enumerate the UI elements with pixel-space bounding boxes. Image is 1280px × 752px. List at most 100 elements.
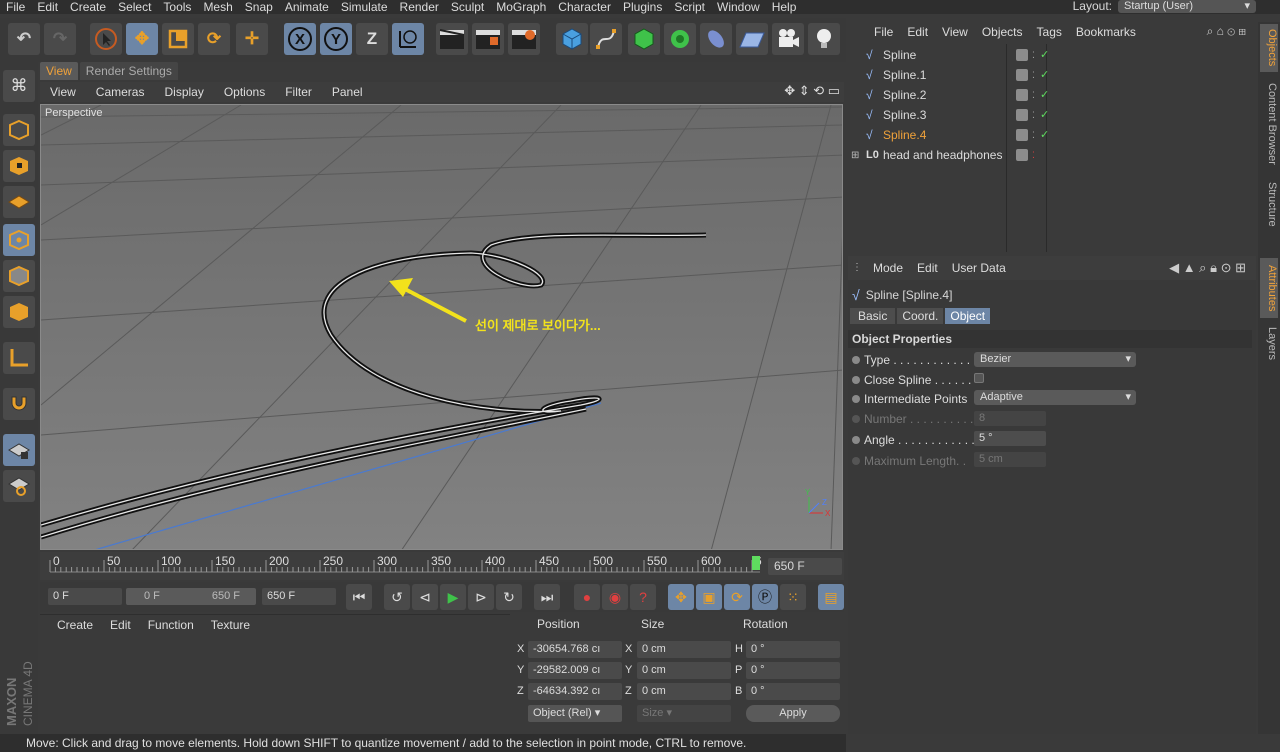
current-frame-field[interactable]: 0 F: [48, 588, 122, 605]
enabled-check-icon[interactable]: ✓: [1040, 106, 1049, 125]
timeline-playhead[interactable]: [752, 556, 760, 570]
redo-icon[interactable]: ↷: [44, 23, 76, 55]
visibility-tag[interactable]: [1016, 129, 1028, 141]
rotate-icon[interactable]: ⟳: [198, 23, 230, 55]
go-to-end-icon[interactable]: ⏭: [534, 584, 560, 610]
objects-menu-objects[interactable]: Objects: [975, 22, 1030, 42]
visibility-tag[interactable]: [1016, 109, 1028, 121]
tab-content-browser[interactable]: Content Browser: [1260, 76, 1278, 172]
edges-mode-icon[interactable]: [3, 260, 35, 292]
perspective-viewport[interactable]: Y X Z Perspective 선이 제대로 보이다가...: [40, 104, 843, 550]
visibility-dots[interactable]: ⁚: [1032, 146, 1035, 165]
y-axis-lock[interactable]: Y: [320, 23, 352, 55]
menu-simulate[interactable]: Simulate: [335, 0, 394, 14]
object-row[interactable]: √ Spline ⁚ ✓: [856, 46, 1256, 65]
material-menu-function[interactable]: Function: [140, 615, 203, 635]
animate-bullet[interactable]: [852, 436, 860, 444]
viewport-menu-cameras[interactable]: Cameras: [86, 82, 155, 102]
layout-dropdown[interactable]: Startup (User) ▾: [1118, 0, 1256, 13]
intermediate-points-dropdown[interactable]: Adaptive: [974, 390, 1136, 405]
enabled-check-icon[interactable]: ✓: [1040, 66, 1049, 85]
viewport-menu-options[interactable]: Options: [214, 82, 275, 102]
position-y-field[interactable]: -29582.009 cı: [528, 662, 622, 679]
viewport-menu-display[interactable]: Display: [154, 82, 213, 102]
type-dropdown[interactable]: Bezier: [974, 352, 1136, 367]
enabled-check-icon[interactable]: ✓: [1040, 126, 1049, 145]
viewport-menu-view[interactable]: View: [40, 82, 86, 102]
tab-objects[interactable]: Objects: [1260, 24, 1278, 72]
deformer-icon[interactable]: [700, 23, 732, 55]
position-z-field[interactable]: -64634.392 cı: [528, 683, 622, 700]
visibility-tag[interactable]: [1016, 149, 1028, 161]
viewport-navigation-icons[interactable]: ✥ ⇕ ⟲ ▭: [784, 83, 840, 99]
size-y-field[interactable]: 0 cm: [637, 662, 731, 679]
menu-render[interactable]: Render: [394, 0, 445, 14]
menu-create[interactable]: Create: [64, 0, 112, 14]
workplane-mode-icon[interactable]: [3, 186, 35, 218]
position-x-field[interactable]: -30654.768 cı: [528, 641, 622, 658]
tab-basic[interactable]: Basic: [850, 308, 896, 324]
attr-menu-mode[interactable]: Mode: [866, 261, 910, 275]
edit-render-settings-icon[interactable]: [508, 23, 540, 55]
menu-select[interactable]: Select: [112, 0, 157, 14]
tab-object[interactable]: Object: [945, 308, 991, 324]
angle-field[interactable]: 5 °: [974, 431, 1046, 446]
record-parameter-icon[interactable]: Ⓟ: [752, 584, 778, 610]
pen-icon[interactable]: [590, 23, 622, 55]
menu-snap[interactable]: Snap: [239, 0, 279, 14]
visibility-tag[interactable]: [1016, 49, 1028, 61]
viewport-solo-icon[interactable]: ⌘: [3, 70, 35, 102]
live-selection-icon[interactable]: [90, 23, 122, 55]
preview-range-slider[interactable]: 0 F 650 F: [126, 588, 256, 605]
undo-icon[interactable]: ↶: [8, 23, 40, 55]
record-rotation-icon[interactable]: ⟳: [724, 584, 750, 610]
visibility-dots[interactable]: ⁚: [1032, 86, 1035, 105]
menu-mograph[interactable]: MoGraph: [490, 0, 552, 14]
subdivision-surface-icon[interactable]: [628, 23, 660, 55]
scale-icon[interactable]: [162, 23, 194, 55]
tab-coord[interactable]: Coord.: [897, 308, 944, 324]
objects-menu-file[interactable]: File: [848, 22, 900, 42]
model-mode-icon[interactable]: [3, 114, 35, 146]
viewport-menu-panel[interactable]: Panel: [322, 82, 373, 102]
viewport-menu-filter[interactable]: Filter: [275, 82, 322, 102]
tab-attributes[interactable]: Attributes: [1260, 258, 1278, 318]
polygons-mode-icon[interactable]: [3, 296, 35, 328]
enabled-check-icon[interactable]: ✓: [1040, 46, 1049, 65]
rotation-h-field[interactable]: 0 °: [746, 641, 840, 658]
menu-character[interactable]: Character: [552, 0, 617, 14]
record-point-level-icon[interactable]: ⁙: [780, 584, 806, 610]
tab-render-settings[interactable]: Render Settings: [79, 62, 178, 80]
objects-menu-bookmarks[interactable]: Bookmarks: [1069, 22, 1143, 42]
play-icon[interactable]: ▶: [440, 584, 466, 610]
snap-icon[interactable]: [3, 388, 35, 420]
previous-key-icon[interactable]: ↺: [384, 584, 410, 610]
previous-frame-icon[interactable]: ⊲: [412, 584, 438, 610]
light-icon[interactable]: [808, 23, 840, 55]
menu-edit[interactable]: Edit: [31, 0, 64, 14]
visibility-dots[interactable]: ⁚: [1032, 126, 1035, 145]
size-z-field[interactable]: 0 cm: [637, 683, 731, 700]
object-row[interactable]: √ Spline.3 ⁚ ✓: [856, 106, 1256, 125]
visibility-tag[interactable]: [1016, 69, 1028, 81]
move-icon[interactable]: ✥: [126, 23, 158, 55]
visibility-dots[interactable]: ⁚: [1032, 46, 1035, 65]
axis-mode-icon[interactable]: [3, 342, 35, 374]
camera-icon[interactable]: [772, 23, 804, 55]
material-menu-create[interactable]: Create: [40, 615, 102, 635]
animate-bullet[interactable]: [852, 356, 860, 364]
attr-nav-icons[interactable]: ◀ ▲ ⌕ 🔒︎ ⊙ ⊞: [1169, 260, 1246, 276]
animate-bullet[interactable]: [852, 395, 860, 403]
menu-plugins[interactable]: Plugins: [617, 0, 668, 14]
z-axis-lock[interactable]: Z: [356, 23, 388, 55]
apply-button[interactable]: Apply: [746, 705, 840, 722]
material-menu-edit[interactable]: Edit: [102, 615, 140, 635]
attr-menu-edit[interactable]: Edit: [910, 261, 945, 275]
workplane-lock-icon[interactable]: [3, 434, 35, 466]
tab-view[interactable]: View: [40, 62, 78, 80]
visibility-tag[interactable]: [1016, 89, 1028, 101]
object-row[interactable]: √ Spline.2 ⁚ ✓: [856, 86, 1256, 105]
max-frame-field[interactable]: 650 F: [262, 588, 336, 605]
points-mode-icon[interactable]: [3, 224, 35, 256]
next-frame-icon[interactable]: ⊳: [468, 584, 494, 610]
